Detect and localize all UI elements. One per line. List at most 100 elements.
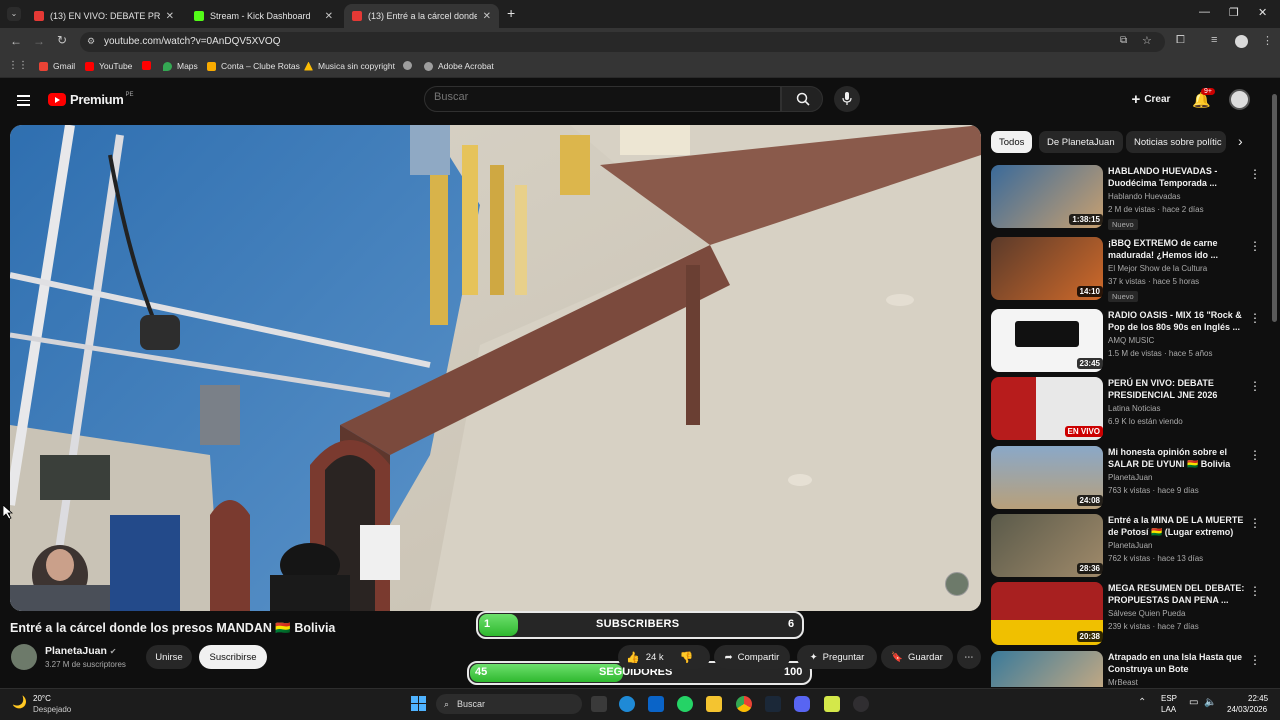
- language-top[interactable]: ESP: [1161, 694, 1177, 703]
- thumbs-up-icon: 👍: [626, 651, 640, 664]
- subscribers-current: 1: [484, 618, 491, 630]
- video-thumbnail[interactable]: [991, 651, 1103, 687]
- account-avatar[interactable]: [1229, 89, 1250, 110]
- browser-tab-kick[interactable]: Stream - Kick Dashboard ✕: [186, 4, 341, 28]
- bookmark-acrobat[interactable]: Adobe Acrobat: [424, 61, 494, 71]
- edge-browser-icon[interactable]: [619, 696, 635, 712]
- volume-icon[interactable]: 🔈: [1204, 697, 1216, 708]
- outlook-icon[interactable]: [648, 696, 664, 712]
- obs-icon[interactable]: [853, 696, 869, 712]
- browser-tab-strip: ⌄ (13) EN VIVO: DEBATE PRESIDE ✕ Stream …: [0, 0, 1280, 28]
- taskbar-search[interactable]: ⌕ Buscar: [436, 694, 582, 714]
- chip-news[interactable]: Noticias sobre polític: [1126, 131, 1226, 153]
- bookmark-star-icon[interactable]: ☆: [1142, 34, 1152, 47]
- bookmark-youtube-2[interactable]: [142, 61, 156, 70]
- youtube-logo[interactable]: Premium PE: [48, 92, 134, 107]
- tab-close-icon[interactable]: ✕: [166, 11, 174, 22]
- install-app-icon[interactable]: ⧉: [1120, 35, 1127, 46]
- join-button[interactable]: Unirse: [146, 645, 192, 669]
- more-vert-icon[interactable]: ⋮: [1249, 167, 1261, 181]
- page-scrollbar[interactable]: [1272, 94, 1277, 322]
- weather-icon[interactable]: 🌙: [12, 695, 27, 709]
- apps-grid-icon[interactable]: ⋮⋮: [8, 60, 28, 71]
- steam-icon[interactable]: [765, 696, 781, 712]
- tray-chevron-icon[interactable]: ⌃: [1138, 697, 1146, 708]
- channel-watermark[interactable]: [945, 572, 969, 596]
- network-icon[interactable]: ▭: [1189, 697, 1198, 708]
- menu-hamburger-icon[interactable]: [17, 92, 30, 109]
- browser-tab-current[interactable]: (13) Entré a la cárcel donde ✕: [344, 4, 499, 28]
- notifications-button[interactable]: 🔔 9+: [1192, 88, 1215, 110]
- profile-avatar-icon[interactable]: [1235, 35, 1248, 48]
- more-vert-icon[interactable]: ⋮: [1249, 311, 1261, 325]
- app-icon[interactable]: [824, 696, 840, 712]
- tab-search-icon[interactable]: ⌄: [7, 7, 21, 21]
- forward-icon[interactable]: →: [33, 34, 45, 48]
- task-view-icon[interactable]: [591, 696, 607, 712]
- bookmark-gmail[interactable]: Gmail: [39, 61, 75, 71]
- like-button[interactable]: 👍 24 k: [626, 651, 664, 664]
- channel-name[interactable]: PlanetaJuan ✔: [45, 645, 116, 657]
- browser-tab-debate[interactable]: (13) EN VIVO: DEBATE PRESIDE ✕: [26, 4, 182, 28]
- channel-avatar[interactable]: [11, 644, 37, 670]
- bookmark-conta[interactable]: Conta – Clube Rotas: [207, 61, 300, 71]
- recommendation-item[interactable]: 1:38:15 HABLANDO HUEVADAS - Duodécima Te…: [991, 165, 1266, 230]
- clock-time[interactable]: 22:45: [1248, 694, 1268, 703]
- recommendation-item[interactable]: 14:10 ¡BBQ EXTREMO de carne madurada! ¿H…: [991, 237, 1266, 302]
- chip-from-channel[interactable]: De PlanetaJuan: [1039, 131, 1123, 153]
- chip-all[interactable]: Todos: [991, 131, 1033, 153]
- reload-icon[interactable]: ↻: [57, 33, 67, 47]
- bookmark-musica[interactable]: Musica sin copyright: [304, 61, 395, 71]
- subscribe-button[interactable]: Suscribirse: [199, 645, 267, 669]
- verified-check-icon: ✔: [109, 647, 117, 656]
- more-vert-icon[interactable]: ⋮: [1249, 239, 1261, 253]
- recommendation-item[interactable]: 28:36 Entré a la MINA DE LA MUERTE de Po…: [991, 514, 1266, 578]
- discord-icon[interactable]: [794, 696, 810, 712]
- file-explorer-icon[interactable]: [706, 696, 722, 712]
- chrome-icon[interactable]: [736, 696, 752, 712]
- ask-button[interactable]: ✦ Preguntar: [797, 645, 877, 669]
- extensions-icon[interactable]: ⧠: [1176, 34, 1185, 47]
- recommendation-channel: PlanetaJuan: [1108, 473, 1153, 482]
- tab-close-icon[interactable]: ✕: [325, 11, 333, 22]
- reading-list-icon[interactable]: ≡: [1211, 34, 1217, 46]
- video-player[interactable]: [10, 125, 981, 611]
- recommendation-item[interactable]: 20:38 MEGA RESUMEN DEL DEBATE: PROPUESTA…: [991, 582, 1266, 646]
- bookmark-youtube[interactable]: YouTube: [85, 61, 132, 71]
- more-vert-icon[interactable]: ⋮: [1249, 516, 1261, 530]
- maximize-icon[interactable]: ❐: [1229, 6, 1239, 19]
- recommendation-item[interactable]: 23:45 RADIO OASIS - MIX 16 "Rock & Pop d…: [991, 309, 1266, 373]
- more-actions-button[interactable]: ⋯: [957, 645, 981, 669]
- voice-search-button[interactable]: [834, 86, 860, 112]
- recommendation-channel: AMQ MUSIC: [1108, 336, 1155, 345]
- mouse-cursor-icon: [3, 505, 13, 519]
- new-tab-button[interactable]: +: [507, 5, 515, 21]
- whatsapp-icon[interactable]: [677, 696, 693, 712]
- more-vert-icon[interactable]: ⋮: [1249, 653, 1261, 667]
- site-info-icon[interactable]: ⚙: [87, 36, 95, 47]
- more-vert-icon[interactable]: ⋮: [1249, 379, 1261, 393]
- bookmark-maps[interactable]: Maps: [163, 61, 198, 71]
- chrome-menu-icon[interactable]: ⋮: [1262, 34, 1273, 47]
- recommendation-item[interactable]: EN VIVO PERÚ EN VIVO: DEBATE PRESIDENCIA…: [991, 377, 1266, 441]
- url-text[interactable]: youtube.com/watch?v=0AnDQV5XVOQ: [104, 36, 280, 47]
- save-button[interactable]: 🔖 Guardar: [881, 645, 953, 669]
- back-icon[interactable]: ←: [10, 34, 22, 48]
- minimize-icon[interactable]: —: [1199, 6, 1210, 18]
- create-button[interactable]: + Crear: [1124, 86, 1178, 112]
- bookmark-globe[interactable]: [403, 61, 417, 70]
- dislike-button[interactable]: 👎: [680, 651, 694, 664]
- close-window-icon[interactable]: ✕: [1258, 6, 1267, 19]
- followers-current: 45: [475, 666, 488, 678]
- more-vert-icon[interactable]: ⋮: [1249, 448, 1261, 462]
- search-button[interactable]: [781, 86, 823, 112]
- recommendation-item[interactable]: Atrapado en una Isla Hasta que Construya…: [991, 651, 1266, 687]
- more-vert-icon[interactable]: ⋮: [1249, 584, 1261, 598]
- like-count: 24 k: [645, 651, 664, 663]
- windows-start-icon[interactable]: [411, 696, 426, 711]
- search-input[interactable]: [434, 91, 734, 103]
- recommendation-item[interactable]: 24:08 Mi honesta opinión sobre el SALAR …: [991, 446, 1266, 510]
- chips-next-chevron-icon[interactable]: ›: [1238, 133, 1243, 149]
- tab-close-icon[interactable]: ✕: [483, 11, 491, 22]
- share-button[interactable]: ➦ Compartir: [714, 645, 790, 669]
